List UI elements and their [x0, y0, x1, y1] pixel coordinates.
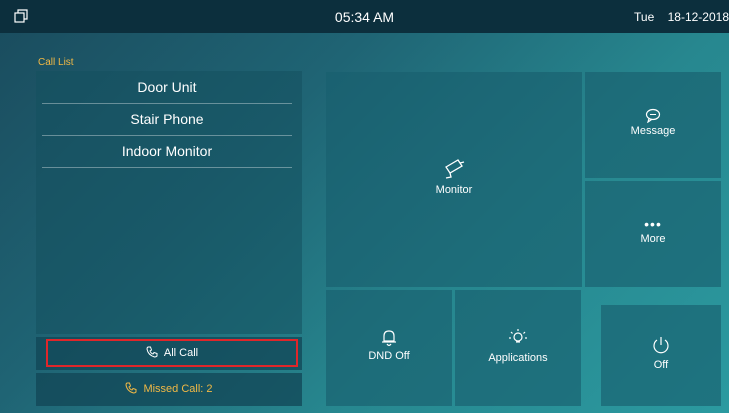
- more-label: More: [640, 233, 666, 245]
- bell-icon: [382, 330, 396, 347]
- dnd-label: DND Off: [368, 350, 410, 362]
- lightbulb-icon: [509, 329, 527, 343]
- call-list-title: Call List: [38, 57, 74, 68]
- camera-icon: [445, 159, 465, 179]
- off-label: Off: [653, 359, 669, 371]
- missed-call-button[interactable]: Missed Call: 2: [36, 373, 302, 406]
- weekday: Tue: [634, 10, 655, 24]
- status-bar: 05:34 AM Tue 18-12-2018: [0, 0, 729, 33]
- message-tile[interactable]: Message: [585, 72, 721, 178]
- more-tile[interactable]: ••• More: [585, 181, 721, 287]
- message-label: Message: [630, 125, 676, 137]
- device-screen: 05:34 AM Tue 18-12-2018 Call List Door U…: [0, 0, 729, 413]
- more-dots-icon: •••: [644, 216, 662, 232]
- call-list-item-door-unit[interactable]: Door Unit: [42, 72, 292, 104]
- off-tile[interactable]: Off: [601, 305, 721, 406]
- call-list-panel: Door Unit Stair Phone Indoor Monitor: [36, 71, 302, 334]
- call-list-item-indoor-monitor[interactable]: Indoor Monitor: [42, 136, 292, 168]
- applications-label: Applications: [488, 352, 548, 364]
- monitor-label: Monitor: [435, 184, 473, 196]
- applications-tile[interactable]: Applications: [455, 290, 581, 406]
- missed-call-label: Missed Call: 2: [143, 383, 213, 395]
- dnd-tile[interactable]: DND Off: [326, 290, 452, 406]
- phone-icon: [125, 382, 137, 394]
- clock-time: 05:34 AM: [334, 9, 395, 25]
- power-icon: [653, 337, 669, 354]
- phone-icon: [146, 346, 158, 358]
- call-list-item-stair-phone[interactable]: Stair Phone: [42, 104, 292, 136]
- date-display: Tue 18-12-2018: [624, 10, 729, 24]
- chat-bubble-icon: [645, 108, 661, 123]
- monitor-tile[interactable]: Monitor: [326, 72, 582, 287]
- date-value: 18-12-2018: [667, 10, 729, 24]
- all-call-label: All Call: [163, 347, 199, 359]
- all-call-button[interactable]: All Call: [46, 339, 298, 367]
- all-call-row: All Call: [36, 337, 302, 370]
